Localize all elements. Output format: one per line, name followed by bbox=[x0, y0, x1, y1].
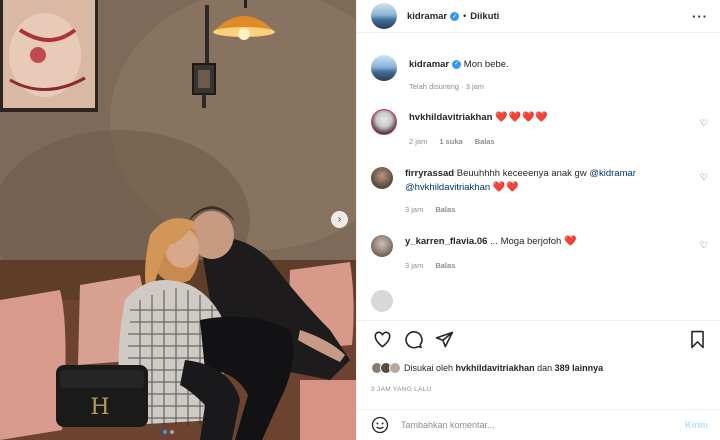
comment-item-partial bbox=[371, 290, 708, 312]
comment-meta: 3 jam Balas bbox=[405, 261, 708, 270]
photo-scene: H bbox=[0, 0, 356, 440]
comment-username[interactable]: firryrassad bbox=[405, 168, 454, 179]
avatar[interactable] bbox=[371, 3, 397, 29]
post-side-panel: kidramar ✓ • Diikuti ··· kidramar ✓ Mon b… bbox=[356, 0, 720, 440]
comment-icon[interactable] bbox=[402, 328, 424, 350]
caption-body: kidramar ✓ Mon bebe. Telah disunting · 3 … bbox=[409, 55, 708, 91]
comment-body: y_karren_flavia.06 ... Moga berjofoh ❤️ … bbox=[405, 235, 708, 270]
comment-meta: 2 jam 1 suka Balas bbox=[409, 137, 708, 146]
reply-button[interactable]: Balas bbox=[435, 261, 455, 270]
comment-time: 2 jam bbox=[409, 137, 428, 146]
header-user-block: kidramar ✓ • Diikuti bbox=[407, 11, 499, 22]
comment-time: 3 jam bbox=[405, 205, 424, 214]
paper-plane-icon[interactable] bbox=[433, 328, 455, 350]
liker-avatars bbox=[371, 362, 401, 374]
post-actions bbox=[371, 326, 708, 352]
caption-text: Mon bebe. bbox=[463, 59, 509, 70]
caption-meta: Telah disunting · 3 jam bbox=[409, 82, 708, 91]
avatar bbox=[389, 362, 401, 374]
comment-time: 3 jam bbox=[405, 261, 424, 270]
heart-emoji-icon: ❤️ bbox=[563, 236, 578, 247]
comment-item: firryrassad Beuuhhhh keceeenya anak gw @… bbox=[371, 167, 708, 214]
heart-emoji-icon: ❤️❤️❤️❤️ bbox=[495, 112, 549, 123]
mention-link[interactable]: @hvkhildavitriakhan bbox=[405, 182, 490, 193]
follow-status-button[interactable]: Diikuti bbox=[470, 11, 499, 22]
post-header: kidramar ✓ • Diikuti ··· bbox=[357, 0, 720, 33]
instagram-post-modal: H › kidramar ✓ • Diikuti ··· kidramar ✓ … bbox=[0, 0, 720, 440]
likes-summary: Disukai oleh hvkhildavitriakhan dan 389 … bbox=[371, 362, 603, 374]
comment-input[interactable] bbox=[401, 420, 685, 430]
likes-middle: dan bbox=[537, 363, 553, 373]
header-username[interactable]: kidramar bbox=[407, 11, 447, 22]
avatar[interactable] bbox=[371, 167, 393, 189]
avatar[interactable] bbox=[371, 290, 393, 312]
ellipsis-icon[interactable]: ··· bbox=[692, 9, 708, 24]
comment-message: ... Moga berjofoh bbox=[490, 236, 562, 247]
comment-text: firryrassad Beuuhhhh keceeenya anak gw @… bbox=[405, 167, 708, 195]
mention-link[interactable]: @kidramar bbox=[589, 168, 636, 179]
heart-emoji-icon: ❤️❤️ bbox=[492, 182, 520, 193]
chevron-right-icon: › bbox=[337, 214, 342, 225]
comment-composer: Kirim bbox=[357, 409, 720, 440]
comments-list[interactable]: kidramar ✓ Mon bebe. Telah disunting · 3 … bbox=[357, 34, 720, 320]
avatar[interactable] bbox=[371, 109, 397, 135]
comment-body: firryrassad Beuuhhhh keceeenya anak gw @… bbox=[405, 167, 708, 214]
comment-text: hvkhildavitriakhan ❤️❤️❤️❤️ bbox=[409, 109, 708, 125]
carousel-dot bbox=[170, 430, 174, 434]
comment-like-heart-icon[interactable]: ♡ bbox=[700, 172, 708, 183]
avatar[interactable] bbox=[371, 55, 397, 81]
post-photo[interactable]: H › bbox=[0, 0, 356, 440]
comment-meta: 3 jam Balas bbox=[405, 205, 708, 214]
comment-username[interactable]: hvkhildavitriakhan bbox=[409, 112, 492, 123]
likes-prefix: Disukai oleh bbox=[404, 363, 454, 373]
svg-text:H: H bbox=[90, 395, 109, 420]
comment-item: hvkhildavitriakhan ❤️❤️❤️❤️ 2 jam 1 suka… bbox=[371, 109, 708, 146]
divider bbox=[357, 320, 720, 321]
comment-item: y_karren_flavia.06 ... Moga berjofoh ❤️ … bbox=[371, 235, 708, 270]
header-separator: • bbox=[463, 11, 467, 21]
carousel-dot-active bbox=[163, 430, 167, 434]
caption-username[interactable]: kidramar bbox=[409, 59, 449, 70]
bookmark-icon[interactable] bbox=[686, 328, 708, 350]
comment-likes-count[interactable]: 1 suka bbox=[439, 137, 462, 146]
verified-badge-icon: ✓ bbox=[450, 11, 460, 21]
carousel-next-button[interactable]: › bbox=[331, 211, 348, 228]
comment-message: Beuuhhhh keceeenya anak gw bbox=[456, 168, 587, 179]
send-button[interactable]: Kirim bbox=[685, 420, 708, 430]
comment-like-heart-icon[interactable]: ♡ bbox=[700, 118, 708, 129]
reply-button[interactable]: Balas bbox=[435, 205, 455, 214]
likes-user-link[interactable]: hvkhildavitriakhan bbox=[456, 363, 535, 373]
comment-body: hvkhildavitriakhan ❤️❤️❤️❤️ 2 jam 1 suka… bbox=[409, 109, 708, 146]
likes-others-link[interactable]: 389 lainnya bbox=[555, 363, 604, 373]
post-timestamp[interactable]: 3 JAM YANG LALU bbox=[371, 386, 432, 393]
avatar[interactable] bbox=[371, 235, 393, 257]
reply-button[interactable]: Balas bbox=[475, 137, 495, 146]
carousel-indicator bbox=[163, 430, 174, 434]
heart-icon[interactable] bbox=[371, 328, 393, 350]
caption-edited-meta: Telah disunting · 3 jam bbox=[409, 82, 485, 91]
comment-username[interactable]: y_karren_flavia.06 bbox=[405, 236, 487, 247]
caption: kidramar ✓ Mon bebe. Telah disunting · 3 … bbox=[371, 55, 708, 91]
emoji-icon[interactable] bbox=[371, 416, 389, 434]
comment-text: y_karren_flavia.06 ... Moga berjofoh ❤️ bbox=[405, 235, 708, 249]
verified-badge-icon: ✓ bbox=[452, 59, 462, 69]
comment-like-heart-icon[interactable]: ♡ bbox=[700, 240, 708, 251]
caption-text-line: kidramar ✓ Mon bebe. bbox=[409, 55, 708, 72]
